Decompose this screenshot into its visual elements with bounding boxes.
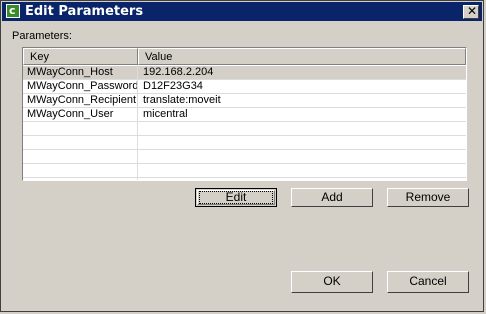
row-key: MWayConn_Host: [27, 66, 113, 78]
remove-button-label: Remove: [405, 190, 451, 204]
empty-row: [23, 150, 466, 164]
close-icon: ✕: [467, 4, 478, 18]
empty-row: [23, 122, 466, 136]
column-header-value[interactable]: Value: [138, 48, 466, 65]
column-header-key[interactable]: Key: [23, 48, 138, 65]
parameters-table: Key Value MWayConn_Host 192.168.2.204 MW…: [22, 47, 467, 181]
row-key: MWayConn_Password: [27, 80, 137, 92]
row-key: MWayConn_User: [27, 108, 114, 120]
cancel-button-label: Cancel: [409, 274, 447, 288]
row-value: 192.168.2.204: [143, 66, 214, 78]
table-row[interactable]: MWayConn_Recipient translate:moveit: [23, 94, 466, 108]
cancel-button[interactable]: Cancel: [387, 271, 469, 293]
title-bar: c Edit Parameters ✕: [2, 2, 482, 21]
table-row[interactable]: MWayConn_User micentral: [23, 108, 466, 122]
empty-row: [23, 164, 466, 178]
column-divider: [137, 65, 138, 180]
edit-parameters-dialog: c Edit Parameters ✕ Parameters: Key Valu…: [0, 0, 484, 312]
dialog-title: Edit Parameters: [25, 4, 144, 19]
ok-button-label: OK: [323, 274, 341, 288]
row-value: D12F23G34: [143, 80, 203, 92]
add-button[interactable]: Add: [291, 188, 373, 207]
edit-button[interactable]: Edit: [195, 188, 277, 207]
parameters-label: Parameters:: [12, 30, 72, 42]
add-button-label: Add: [321, 190, 343, 204]
row-value: translate:moveit: [143, 94, 221, 106]
edit-button-label: Edit: [225, 190, 247, 204]
row-key: MWayConn_Recipient: [27, 94, 137, 106]
ok-button[interactable]: OK: [291, 271, 373, 293]
table-row[interactable]: MWayConn_Password D12F23G34: [23, 80, 466, 94]
table-header: Key Value: [23, 48, 466, 65]
close-button[interactable]: ✕: [463, 4, 479, 19]
table-row[interactable]: MWayConn_Host 192.168.2.204: [23, 66, 466, 80]
app-icon: c: [6, 4, 20, 18]
remove-button[interactable]: Remove: [387, 188, 469, 207]
row-value: micentral: [143, 108, 188, 120]
empty-row: [23, 136, 466, 150]
